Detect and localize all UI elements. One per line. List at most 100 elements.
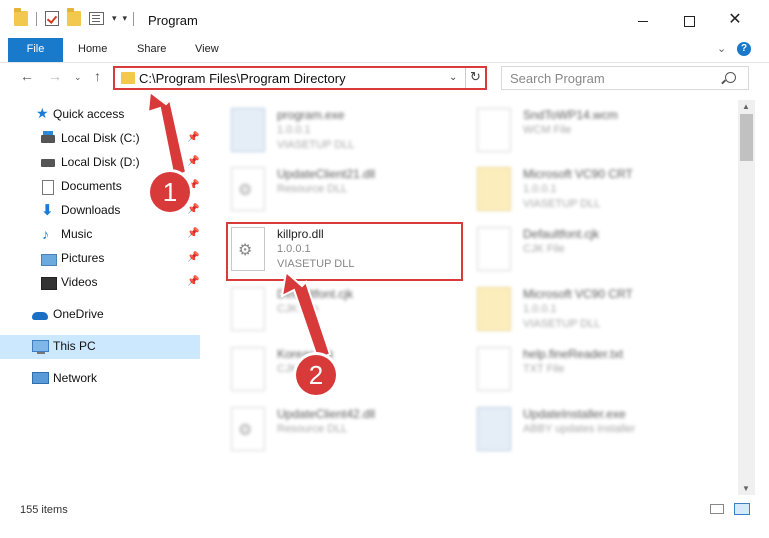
file-item[interactable]: SndToWP14.wcm WCM File: [477, 106, 707, 158]
file-icon: [477, 227, 511, 271]
sidebar-item-label: Documents: [61, 179, 122, 193]
file-item[interactable]: Microsoft VC90 CRT 1.0.0.1 VIASETUP DLL: [477, 165, 707, 217]
sidebar-item-network[interactable]: Network: [0, 367, 200, 391]
help-icon[interactable]: ?: [737, 42, 751, 56]
pin-icon[interactable]: 📌: [187, 276, 199, 287]
computer-icon: [32, 340, 49, 354]
scroll-down-icon[interactable]: ▼: [742, 484, 750, 493]
address-path[interactable]: C:\Program Files\Program Directory: [139, 71, 346, 86]
dll-file-icon: [231, 167, 265, 211]
sidebar-item-label: Videos: [61, 275, 98, 289]
file-type: Resource DLL: [277, 183, 348, 195]
file-name: Microsoft VC90 CRT: [523, 287, 633, 301]
file-name: program.exe: [277, 108, 345, 122]
installer-icon: [477, 407, 511, 451]
details-view-icon[interactable]: [710, 504, 724, 514]
file-item[interactable]: Defaultfont.cjk CJK File: [231, 285, 461, 337]
sidebar-item-this-pc[interactable]: This PC: [0, 335, 200, 359]
explorer-window: ▾ ▾ Program ✕ File Home Share View ⌄ ? ←…: [0, 0, 769, 538]
file-item[interactable]: Defaultfont.cjk CJK File: [477, 225, 707, 277]
title-bar: ▾ ▾ Program ✕: [0, 0, 769, 38]
customize-toolbar-icon[interactable]: ▾: [123, 13, 128, 24]
tab-home[interactable]: Home: [78, 38, 107, 62]
search-placeholder: Search Program: [510, 71, 605, 86]
file-item[interactable]: help.fineReader.txt TXT File: [477, 345, 707, 397]
file-item[interactable]: UpdateClient42.dll Resource DLL: [231, 405, 461, 457]
folder-icon: [477, 167, 511, 211]
sidebar-item-pictures[interactable]: Pictures 📌: [0, 247, 200, 271]
file-item[interactable]: UpdateClient21.dll Resource DLL: [231, 165, 461, 217]
back-arrow-icon[interactable]: ←: [20, 68, 34, 84]
search-input[interactable]: Search Program: [501, 66, 749, 90]
sidebar-item-quick-access[interactable]: ★ Quick access: [0, 103, 200, 127]
file-icon: [477, 108, 511, 152]
sidebar-item-local-disk-c[interactable]: Local Disk (C:) 📌: [0, 127, 200, 151]
sidebar-item-label: Local Disk (C:): [61, 131, 140, 145]
file-type: TXT File: [523, 363, 565, 375]
sidebar-item-label: Music: [61, 227, 93, 241]
address-divider: [465, 68, 466, 88]
file-name: Microsoft VC90 CRT: [523, 167, 633, 181]
tab-share[interactable]: Share: [137, 38, 166, 62]
up-arrow-icon[interactable]: ↑: [94, 68, 101, 84]
pin-icon[interactable]: 📌: [187, 204, 199, 215]
scrollbar-thumb[interactable]: [740, 114, 753, 161]
toolbar-divider: [36, 11, 37, 26]
properties-icon[interactable]: [89, 12, 104, 25]
file-version: 1.0.0.1: [277, 124, 311, 136]
highlight-box-killpro: [226, 222, 463, 281]
videos-icon: [41, 277, 57, 290]
minimize-button[interactable]: [620, 7, 666, 33]
file-item[interactable]: Microsoft VC90 CRT 1.0.0.1 VIASETUP DLL: [477, 285, 707, 337]
file-item[interactable]: program.exe 1.0.0.1 VIASETUP DLL: [231, 106, 461, 158]
navigation-bar: ← → ⌄ ↑ C:\Program Files\Program Directo…: [0, 63, 769, 93]
pin-icon[interactable]: 📌: [187, 156, 199, 167]
minimize-icon: [638, 20, 648, 22]
file-icon: [231, 347, 265, 391]
chevron-down-icon[interactable]: ▾: [112, 13, 117, 24]
refresh-icon[interactable]: ↻: [470, 69, 481, 85]
tab-file[interactable]: File: [8, 38, 63, 62]
file-name: help.fineReader.txt: [523, 347, 624, 361]
sidebar-item-label: Local Disk (D:): [61, 155, 140, 169]
pin-icon[interactable]: 📌: [187, 132, 199, 143]
close-button[interactable]: ✕: [712, 7, 758, 33]
tab-view[interactable]: View: [195, 38, 219, 62]
pictures-icon: [41, 254, 57, 266]
window-title: Program: [148, 13, 198, 28]
file-name: Defaultfont.cjk: [277, 287, 354, 301]
new-folder-icon[interactable]: [67, 8, 81, 26]
download-icon: ⬇: [41, 202, 54, 219]
sidebar-item-onedrive[interactable]: OneDrive: [0, 303, 200, 327]
file-version: 1.0.0.1: [523, 183, 557, 195]
drive-icon: [41, 131, 55, 143]
expand-ribbon-icon[interactable]: ⌄: [717, 42, 726, 55]
scroll-up-icon[interactable]: ▲: [742, 102, 750, 111]
file-name: UpdateClient42.dll: [277, 407, 376, 421]
status-bar: 155 items: [0, 500, 769, 538]
vertical-scrollbar[interactable]: ▲ ▼: [738, 100, 755, 495]
recent-locations-icon[interactable]: ⌄: [74, 72, 82, 83]
pin-icon[interactable]: 📌: [187, 228, 199, 239]
sidebar-item-music[interactable]: ♪ Music 📌: [0, 223, 200, 247]
tiles-view-icon[interactable]: [734, 503, 750, 515]
file-item[interactable]: UpdateInstaller.exe ABBY updates install…: [477, 405, 707, 457]
file-item[interactable]: Korean.cjk CJK File: [231, 345, 461, 397]
properties-check-icon[interactable]: [45, 11, 59, 26]
folder-icon[interactable]: [14, 8, 28, 26]
sidebar-item-label: Pictures: [61, 251, 105, 265]
file-type: VIASETUP DLL: [523, 318, 601, 330]
search-icon[interactable]: [725, 72, 736, 83]
sidebar-item-label: Downloads: [61, 203, 121, 217]
forward-arrow-icon[interactable]: →: [48, 68, 62, 84]
address-bar[interactable]: C:\Program Files\Program Directory ⌄ ↻: [113, 66, 487, 90]
file-type: CJK File: [277, 303, 319, 315]
step-callout-2: 2: [296, 355, 336, 395]
pin-icon[interactable]: 📌: [187, 252, 199, 263]
sidebar-item-videos[interactable]: Videos 📌: [0, 271, 200, 295]
quick-access-toolbar: ▾ ▾: [14, 8, 142, 26]
maximize-button[interactable]: [666, 7, 712, 33]
file-name: UpdateInstaller.exe: [523, 407, 626, 421]
chevron-down-icon[interactable]: ⌄: [449, 72, 457, 83]
file-name: Defaultfont.cjk: [523, 227, 600, 241]
